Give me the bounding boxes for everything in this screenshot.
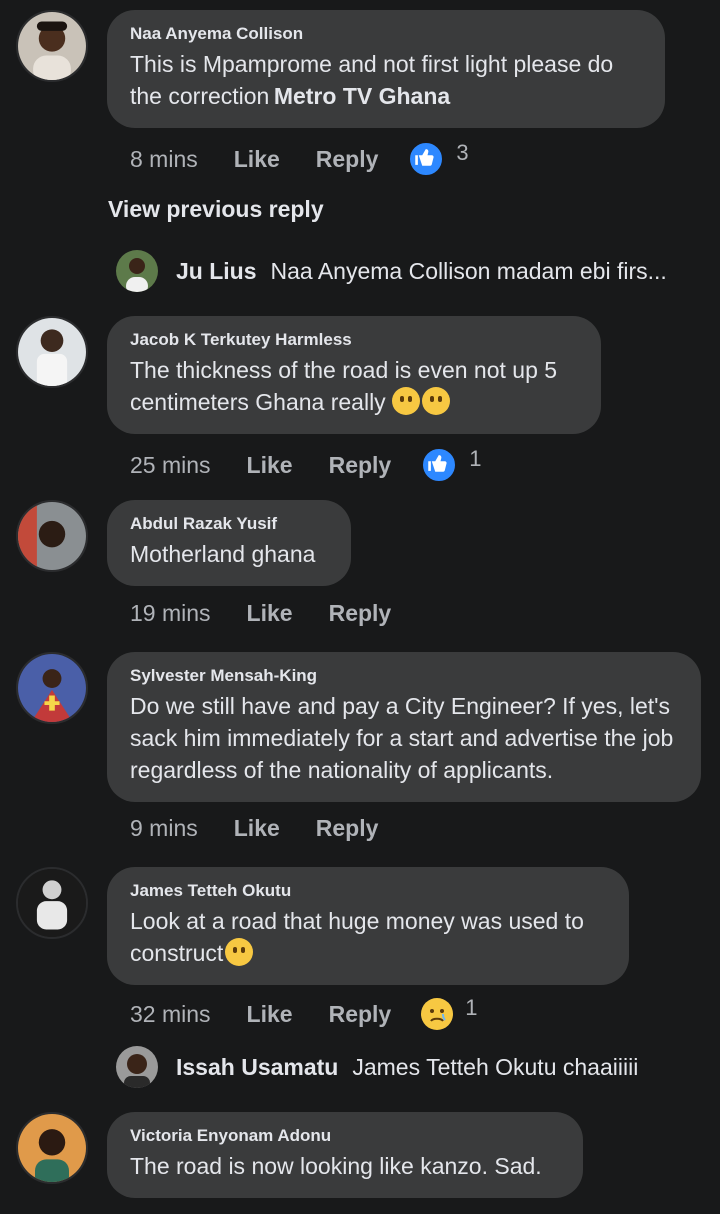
comment-text: The road is now looking like kanzo. Sad. [130, 1153, 542, 1179]
reply-snippet: James Tetteh Okutu chaaiiiii [352, 1053, 639, 1080]
reply-button[interactable]: Reply [329, 1001, 392, 1028]
comment-actions: 9 mins Like Reply [130, 815, 378, 842]
comment-text: The thickness of the road is even not up… [130, 357, 558, 415]
thinking-face-emoji-icon [422, 387, 451, 415]
comment-author[interactable]: James Tetteh Okutu [130, 881, 605, 901]
avatar[interactable] [116, 250, 158, 292]
avatar[interactable] [116, 1046, 158, 1088]
avatar[interactable] [16, 316, 88, 388]
comment-actions: 25 mins Like Reply 1 [130, 446, 482, 483]
reaction-count: 1 [465, 995, 478, 1020]
comment-bubble: Victoria Enyonam Adonu The road is now l… [107, 1112, 583, 1198]
reply-author[interactable]: Ju Lius [176, 258, 257, 285]
view-previous-reply-link[interactable]: View previous reply [108, 196, 324, 223]
worried-face-emoji-icon [225, 938, 254, 966]
thumbs-up-icon[interactable] [421, 447, 458, 483]
timestamp[interactable]: 9 mins [130, 815, 198, 842]
mention-tag[interactable]: Metro TV Ghana [274, 83, 450, 109]
avatar[interactable] [16, 867, 88, 939]
reply-preview[interactable]: Issah Usamatu James Tetteh Okutu chaaiii… [116, 1046, 638, 1088]
reaction-count: 1 [469, 446, 482, 471]
comment-text: Do we still have and pay a City Engineer… [130, 693, 674, 783]
comment-author[interactable]: Jacob K Terkutey Harmless [130, 330, 577, 350]
reply-button[interactable]: Reply [329, 600, 392, 627]
comment-bubble: James Tetteh Okutu Look at a road that h… [107, 867, 629, 985]
timestamp[interactable]: 19 mins [130, 600, 211, 627]
comment-author[interactable]: Abdul Razak Yusif [130, 514, 327, 534]
comment-author[interactable]: Sylvester Mensah-King [130, 666, 677, 686]
comment-bubble: Naa Anyema Collison This is Mpamprome an… [107, 10, 665, 128]
comment-bubble: Sylvester Mensah-King Do we still have a… [107, 652, 701, 802]
comment-text: Motherland ghana [130, 541, 316, 567]
reply-preview[interactable]: Ju Lius Naa Anyema Collison madam ebi fi… [116, 250, 667, 292]
reply-button[interactable]: Reply [316, 815, 379, 842]
comment-actions: 19 mins Like Reply [130, 600, 391, 627]
reply-snippet: Naa Anyema Collison madam ebi firs... [270, 257, 667, 284]
comment-author[interactable]: Naa Anyema Collison [130, 24, 641, 44]
comment-author[interactable]: Victoria Enyonam Adonu [130, 1126, 559, 1146]
reply-author[interactable]: Issah Usamatu [176, 1054, 338, 1081]
timestamp[interactable]: 8 mins [130, 146, 198, 173]
timestamp[interactable]: 25 mins [130, 452, 211, 479]
avatar[interactable] [16, 1112, 88, 1184]
reaction-count: 3 [456, 140, 469, 165]
thumbs-up-icon[interactable] [408, 141, 445, 177]
comment-bubble: Jacob K Terkutey Harmless The thickness … [107, 316, 601, 434]
avatar[interactable] [16, 10, 88, 82]
like-button[interactable]: Like [234, 146, 280, 173]
like-button[interactable]: Like [234, 815, 280, 842]
comment-actions: 32 mins Like Reply 1 [130, 995, 478, 1030]
reply-button[interactable]: Reply [316, 146, 379, 173]
like-button[interactable]: Like [247, 600, 293, 627]
thinking-face-emoji-icon [392, 387, 421, 415]
avatar[interactable] [16, 500, 88, 572]
avatar[interactable] [16, 652, 88, 724]
sad-reaction-icon[interactable] [421, 998, 454, 1030]
reply-button[interactable]: Reply [329, 452, 392, 479]
comment-actions: 8 mins Like Reply 3 [130, 140, 469, 177]
like-button[interactable]: Like [247, 452, 293, 479]
comment-text: Look at a road that huge money was used … [130, 908, 584, 966]
timestamp[interactable]: 32 mins [130, 1001, 211, 1028]
like-button[interactable]: Like [247, 1001, 293, 1028]
comment-bubble: Abdul Razak Yusif Motherland ghana [107, 500, 351, 586]
